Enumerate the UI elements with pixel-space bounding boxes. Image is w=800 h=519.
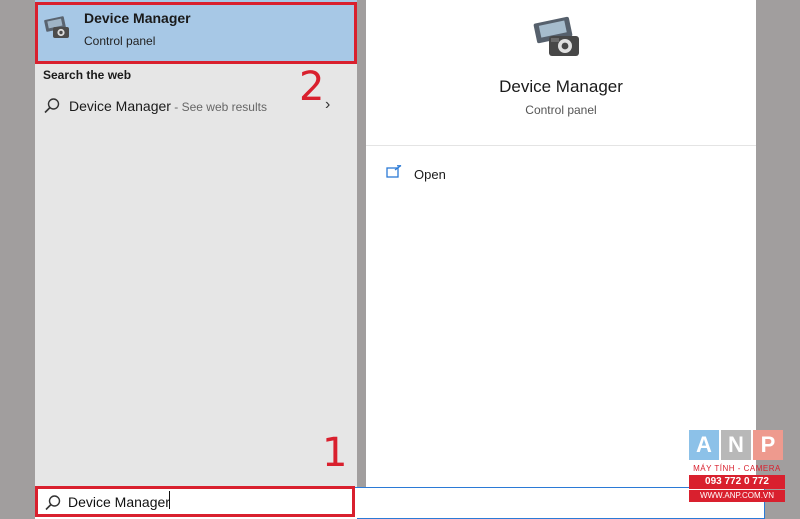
watermark-phone: 093 772 0 772: [689, 475, 785, 489]
text-caret: [169, 491, 170, 509]
watermark-letter: N: [721, 430, 751, 460]
web-result-label: Device Manager - See web results: [69, 98, 267, 114]
search-icon: [44, 494, 62, 517]
search-input[interactable]: [68, 492, 338, 512]
watermark-website: WWW.ANP.COM.VN: [689, 490, 785, 502]
search-field[interactable]: [35, 486, 355, 517]
web-result-hint: - See web results: [170, 100, 267, 114]
watermark-tagline: MÁY TÍNH - CAMERA: [693, 464, 781, 473]
best-match-result[interactable]: Device Manager Control panel: [35, 0, 357, 62]
device-manager-icon: [531, 10, 587, 60]
best-match-subtitle: Control panel: [84, 34, 156, 48]
watermark-letter: A: [689, 430, 719, 460]
device-manager-icon: [43, 12, 73, 42]
preview-title: Device Manager: [499, 77, 623, 96]
search-the-web-heading: Search the web: [43, 68, 132, 82]
open-action[interactable]: Open: [386, 162, 506, 186]
open-action-label: Open: [414, 167, 446, 182]
annotation-step-2: 2: [299, 64, 325, 110]
preview-subtitle: Control panel: [525, 103, 597, 117]
preview-divider: [366, 145, 756, 146]
preview-pane: [366, 0, 756, 487]
open-window-icon: [386, 164, 402, 184]
watermark-letter: P: [753, 430, 783, 460]
annotation-step-1: 1: [322, 430, 348, 476]
chevron-right-icon[interactable]: ›: [325, 96, 330, 114]
search-icon: [43, 97, 61, 120]
anp-watermark-logo: A N P MÁY TÍNH - CAMERA 093 772 0 772 WW…: [689, 430, 785, 505]
best-match-title: Device Manager: [84, 10, 191, 26]
